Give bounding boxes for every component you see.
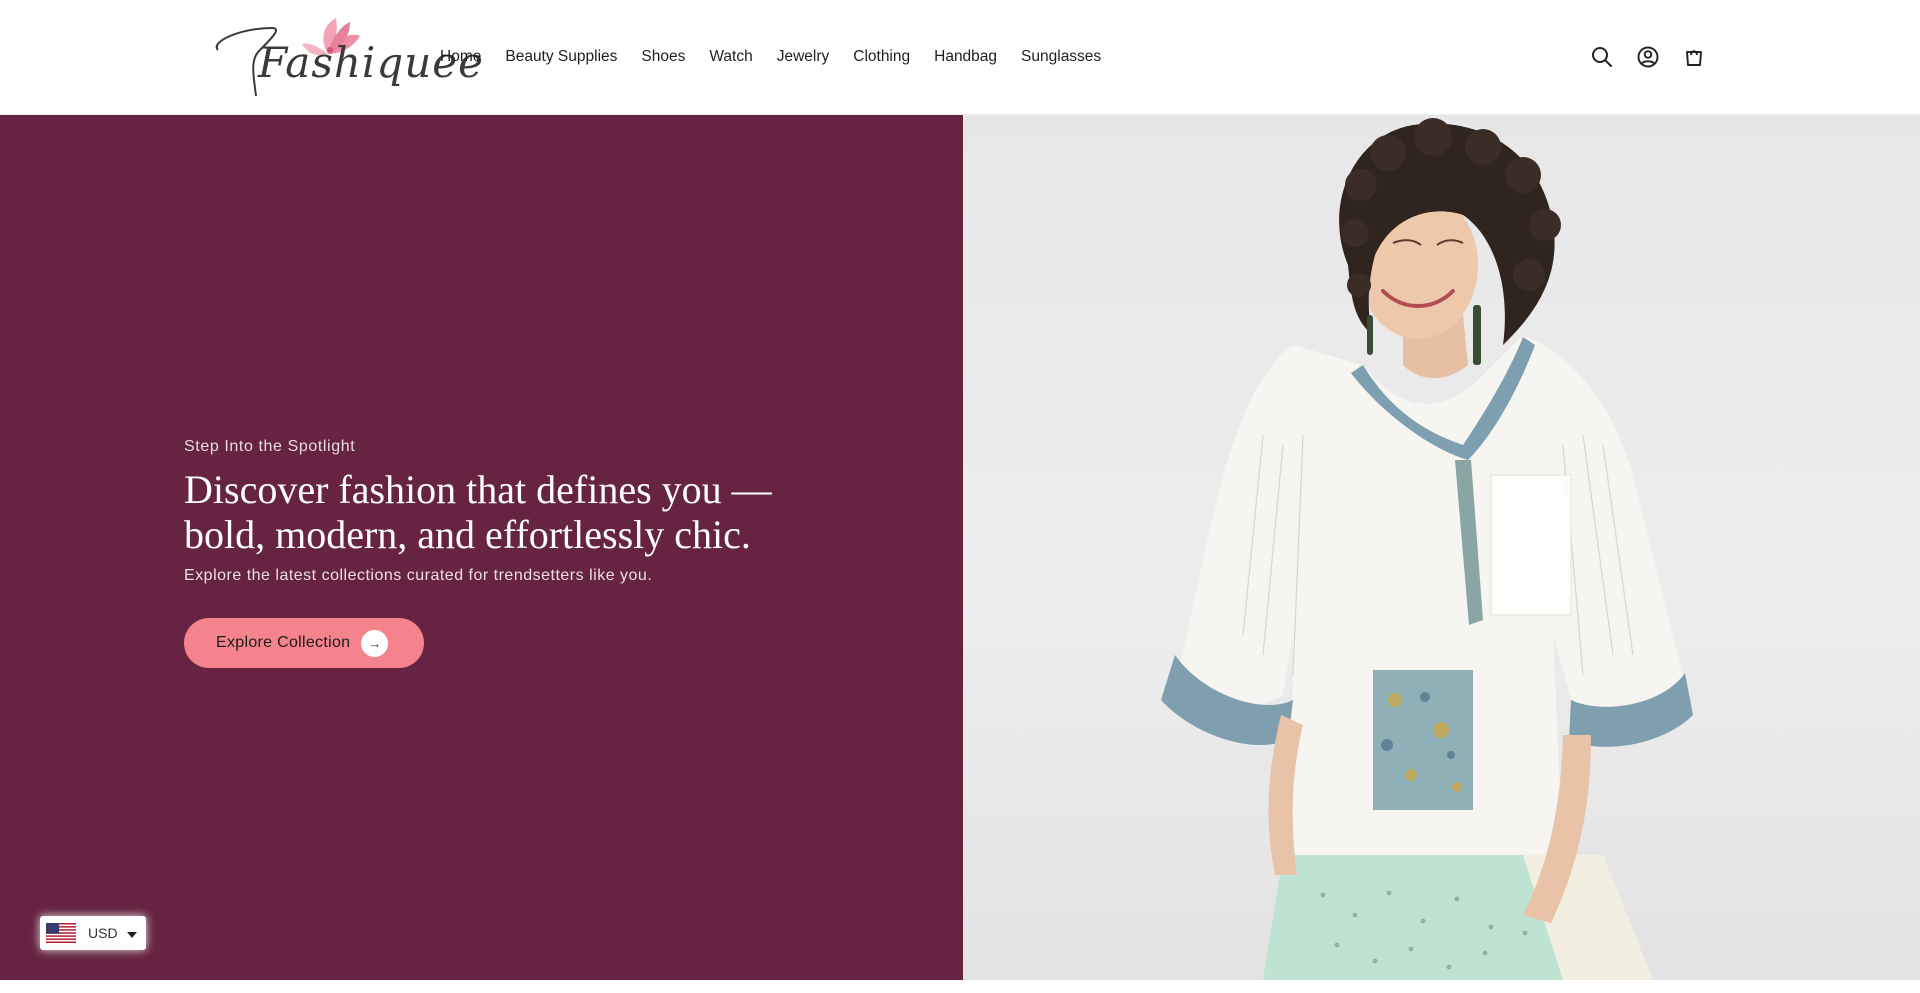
brand-logo[interactable]: Fashiquee bbox=[210, 12, 483, 107]
hero-banner: Step Into the Spotlight Discover fashion… bbox=[0, 115, 1920, 980]
currency-code: USD bbox=[88, 925, 118, 941]
nav-item-home[interactable]: Home bbox=[440, 44, 481, 70]
main-nav: Home Beauty Supplies Shoes Watch Jewelry… bbox=[440, 44, 1125, 70]
header-actions bbox=[1590, 45, 1706, 69]
hero-eyebrow: Step Into the Spotlight bbox=[184, 438, 356, 455]
nav-item-beauty-supplies[interactable]: Beauty Supplies bbox=[505, 44, 617, 70]
cta-label: Explore Collection bbox=[216, 634, 351, 651]
arrow-right-icon: → bbox=[361, 629, 389, 657]
us-flag-icon bbox=[46, 923, 76, 943]
nav-item-sunglasses[interactable]: Sunglasses bbox=[1021, 44, 1101, 70]
caret-down-icon bbox=[126, 931, 137, 938]
explore-collection-button[interactable]: Explore Collection → bbox=[184, 618, 424, 668]
nav-item-clothing[interactable]: Clothing bbox=[853, 44, 910, 70]
nav-item-shoes[interactable]: Shoes bbox=[641, 44, 685, 70]
site-header: Fashiquee Home Beauty Supplies Shoes Wat… bbox=[0, 0, 1920, 115]
hero-image bbox=[963, 115, 1920, 980]
hero-headline: Discover fashion that defines you — bold… bbox=[184, 467, 772, 557]
currency-selector[interactable]: USD bbox=[40, 916, 146, 950]
cart-icon[interactable] bbox=[1682, 45, 1706, 69]
nav-item-handbag[interactable]: Handbag bbox=[934, 44, 997, 70]
hero-subtext: Explore the latest collections curated f… bbox=[184, 567, 653, 584]
nav-item-watch[interactable]: Watch bbox=[709, 44, 752, 70]
account-icon[interactable] bbox=[1636, 45, 1660, 69]
hero-text-panel: Step Into the Spotlight Discover fashion… bbox=[0, 115, 963, 980]
model-photo bbox=[1161, 118, 1693, 980]
search-icon[interactable] bbox=[1590, 45, 1614, 69]
nav-item-jewelry[interactable]: Jewelry bbox=[777, 44, 830, 70]
